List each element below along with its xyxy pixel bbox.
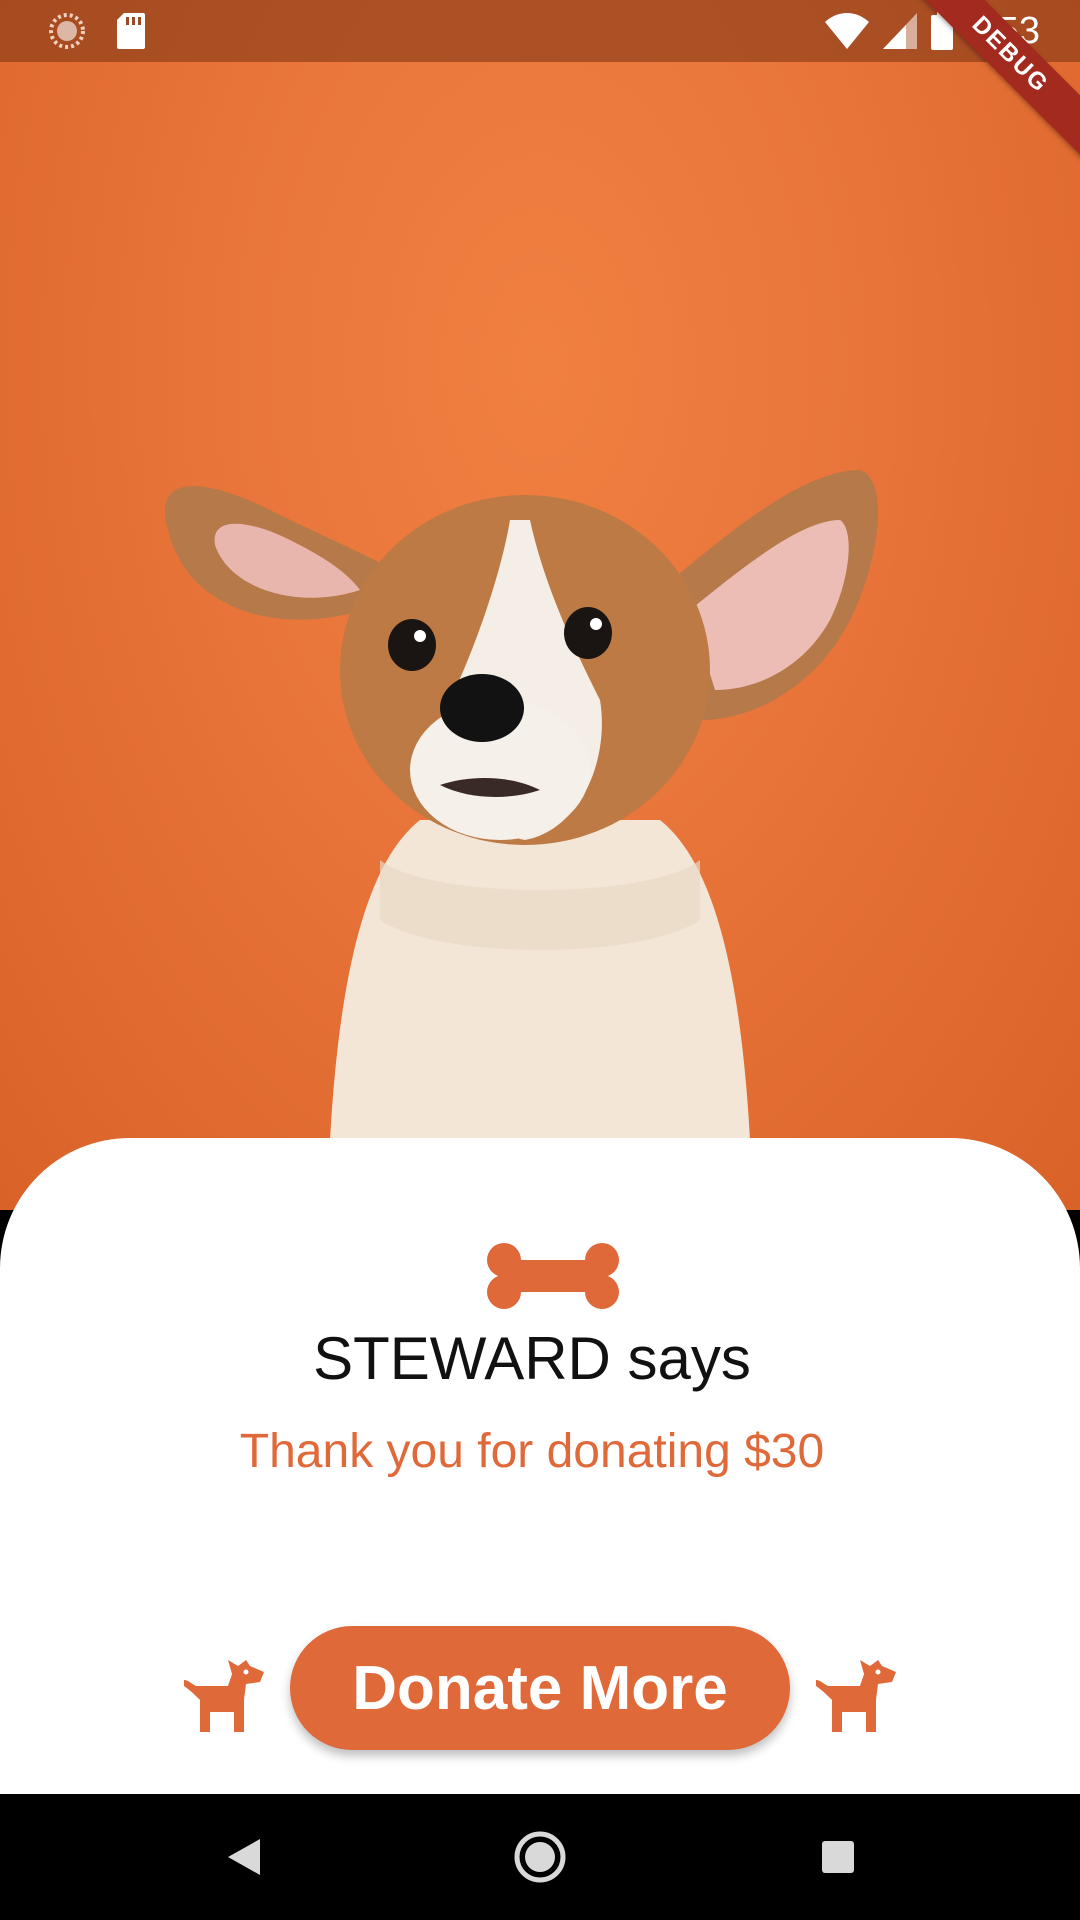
dog-icon (184, 1660, 264, 1732)
dog-icon (816, 1660, 896, 1732)
bone-icon (487, 1243, 619, 1309)
wifi-icon (825, 13, 870, 49)
puppy-illustration (164, 470, 879, 1140)
home-icon[interactable] (510, 1827, 570, 1887)
donation-card: STEWARD says Thank you for donating $30 … (0, 1138, 1080, 1794)
cell-signal-icon (883, 13, 918, 49)
thank-you-message: Thank you for donating $30 (239, 1425, 825, 1478)
sd-card-icon (117, 13, 145, 49)
donate-more-button[interactable]: Donate More (290, 1626, 790, 1750)
puppy-photo (0, 0, 1080, 1210)
status-bar: 3:53 (0, 0, 1080, 62)
card-title: STEWARD says (313, 1325, 751, 1392)
navigation-bar (0, 1794, 1080, 1920)
back-icon[interactable] (212, 1827, 272, 1887)
recents-icon[interactable] (808, 1827, 868, 1887)
sync-icon (49, 13, 85, 49)
